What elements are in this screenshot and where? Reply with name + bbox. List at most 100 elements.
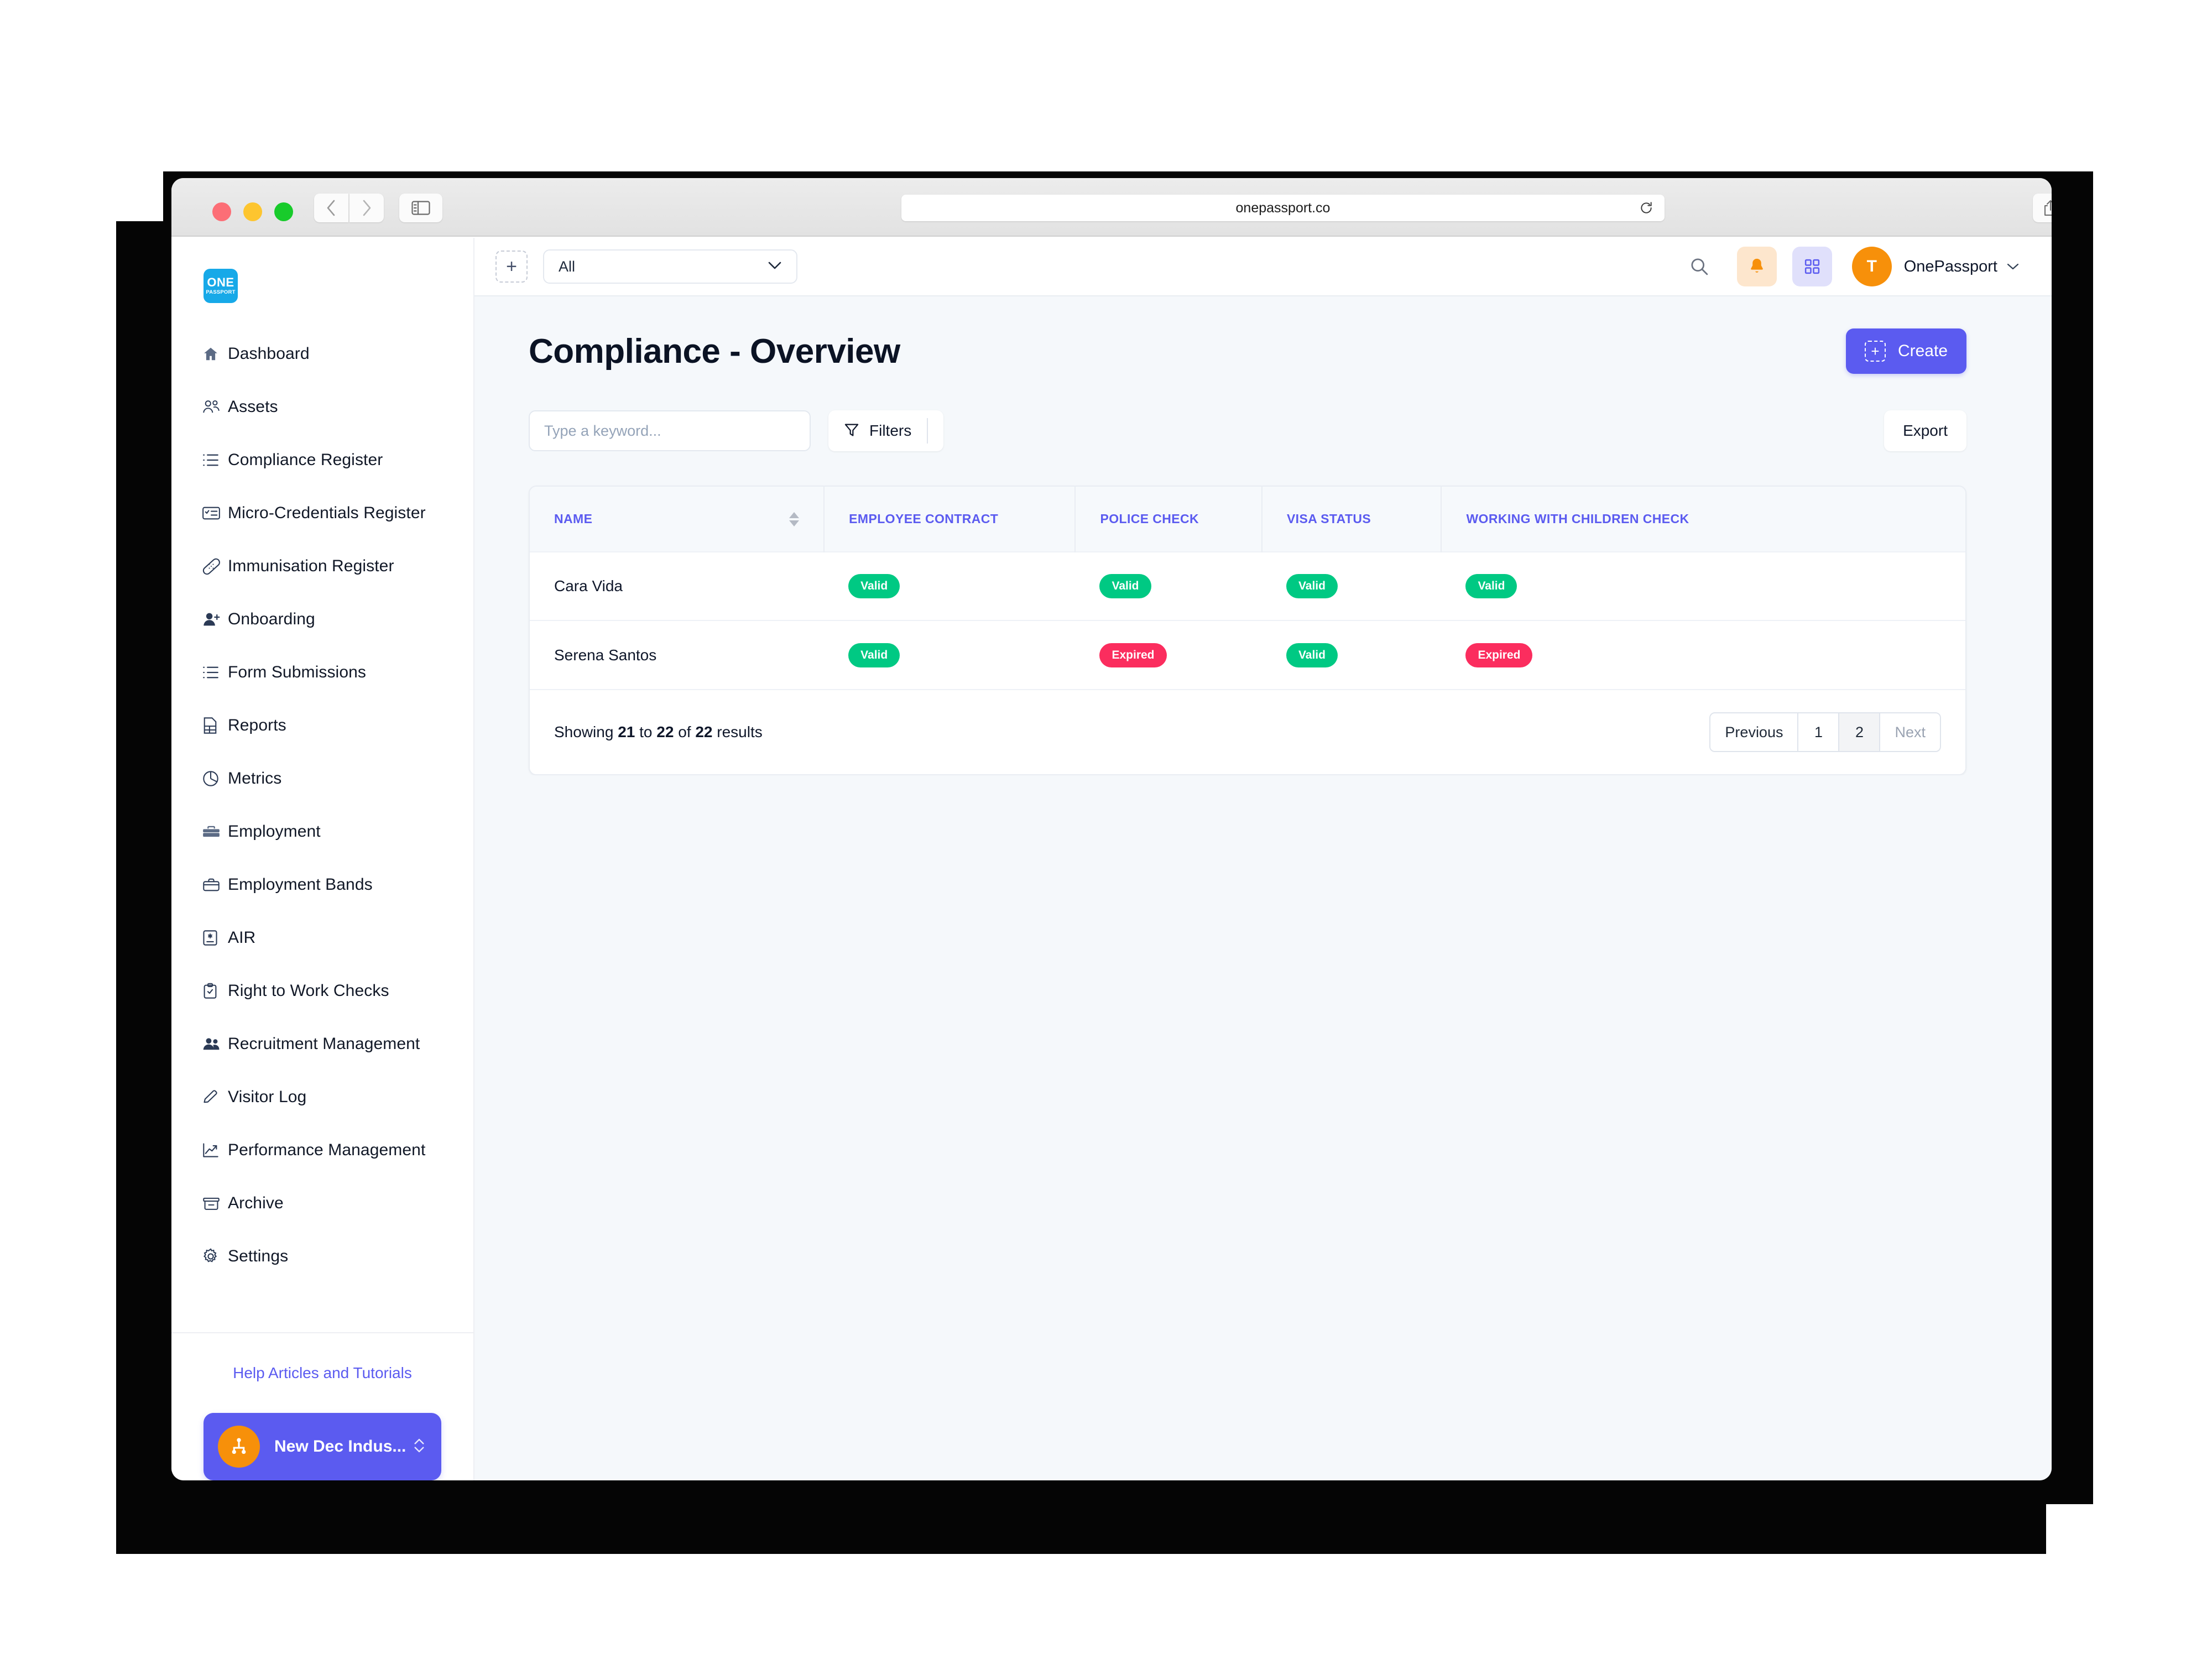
apps-grid-button[interactable]	[1792, 247, 1832, 286]
browser-forward-button[interactable]	[349, 194, 384, 222]
pagination-page-1[interactable]: 1	[1798, 713, 1840, 751]
table-row[interactable]: Cara Vida Valid Valid Valid Valid	[530, 552, 1965, 620]
plus-icon: +	[1864, 341, 1886, 362]
workspace-name: New Dec Indus...	[274, 1437, 406, 1455]
id-card-icon	[202, 930, 228, 946]
app-topbar: + All T OnePassport	[474, 238, 2052, 296]
card-list-icon	[202, 506, 228, 520]
table-toolbar: Filters Export	[529, 410, 1966, 451]
search-icon[interactable]	[1689, 257, 1709, 276]
sidebar-item-visitor-log[interactable]: Visitor Log	[187, 1071, 457, 1124]
org-chart-icon	[218, 1426, 260, 1468]
chevron-right-icon	[363, 200, 371, 216]
filter-funnel-icon	[844, 422, 859, 440]
page-viewport: ONE PASSPORT Dashboard Assets Compliance…	[171, 238, 2052, 1480]
sidebar-item-reports[interactable]: Reports	[187, 699, 457, 752]
status-badge: Valid	[1465, 574, 1517, 598]
sidebar-item-label: Assets	[228, 398, 278, 416]
sidebar-item-assets[interactable]: Assets	[187, 380, 457, 434]
page-header: Compliance - Overview + Create	[529, 328, 1966, 374]
sidebar-item-label: Right to Work Checks	[228, 982, 389, 1000]
trend-up-icon	[202, 1142, 228, 1158]
compliance-table-card: NAME EMPLOYEE CONTRACT POLICE CHECK VISA…	[529, 486, 1966, 775]
pagination-previous[interactable]: Previous	[1710, 713, 1799, 751]
sidebar-item-metrics[interactable]: Metrics	[187, 752, 457, 805]
sidebar-item-performance-management[interactable]: Performance Management	[187, 1124, 457, 1177]
cell-working-with-children-check: Expired	[1441, 620, 1965, 689]
status-badge: Valid	[1099, 574, 1151, 598]
chevron-down-icon	[768, 261, 782, 273]
sidebar-item-right-to-work-checks[interactable]: Right to Work Checks	[187, 964, 457, 1018]
briefcase-outline-icon	[202, 878, 228, 892]
window-maximize-button[interactable]	[274, 202, 293, 221]
sidebar-item-micro-credentials-register[interactable]: Micro-Credentials Register	[187, 487, 457, 540]
column-header-name[interactable]: NAME	[530, 487, 825, 552]
add-view-button[interactable]: +	[495, 251, 528, 283]
pie-chart-icon	[202, 770, 228, 787]
help-articles-link[interactable]: Help Articles and Tutorials	[204, 1364, 441, 1382]
filters-divider	[927, 418, 928, 444]
sidebar-item-label: Metrics	[228, 769, 282, 787]
browser-share-button[interactable]	[2033, 194, 2052, 222]
status-badge: Valid	[1286, 643, 1338, 667]
sidebar-item-compliance-register[interactable]: Compliance Register	[187, 434, 457, 487]
app-sidebar: ONE PASSPORT Dashboard Assets Compliance…	[171, 238, 474, 1480]
sidebar-item-recruitment-management[interactable]: Recruitment Management	[187, 1018, 457, 1071]
sidebar-item-air[interactable]: AIR	[187, 911, 457, 964]
avatar[interactable]: T	[1851, 247, 1892, 286]
pagination-page-2[interactable]: 2	[1839, 713, 1881, 751]
filters-button[interactable]: Filters	[828, 410, 944, 451]
sidebar-item-archive[interactable]: Archive	[187, 1177, 457, 1230]
sidebar-item-onboarding[interactable]: Onboarding	[187, 593, 457, 646]
export-button[interactable]: Export	[1884, 410, 1966, 451]
sidebar-item-form-submissions[interactable]: Form Submissions	[187, 646, 457, 699]
column-header-working-with-children-check[interactable]: WORKING WITH CHILDREN CHECK	[1441, 487, 1965, 552]
browser-back-button[interactable]	[314, 194, 348, 222]
table-body: Cara Vida Valid Valid Valid Valid Serena…	[530, 552, 1965, 689]
reload-icon[interactable]	[1639, 201, 1653, 218]
notifications-button[interactable]	[1736, 247, 1777, 286]
column-header-employee-contract[interactable]: EMPLOYEE CONTRACT	[824, 487, 1076, 552]
search-input[interactable]	[529, 410, 811, 451]
pencil-icon	[202, 1089, 228, 1105]
showing-from: 21	[618, 723, 635, 740]
sidebar-item-immunisation-register[interactable]: Immunisation Register	[187, 540, 457, 593]
sidebar-item-label: Compliance Register	[228, 451, 383, 469]
cell-police-check: Valid	[1075, 552, 1261, 620]
sort-icon[interactable]	[789, 512, 800, 526]
sidebar-item-label: Onboarding	[228, 610, 315, 628]
browser-url-bar[interactable]: onepassport.co	[901, 195, 1665, 221]
sidebar-panel-icon	[411, 201, 430, 215]
sidebar-item-dashboard[interactable]: Dashboard	[187, 327, 457, 380]
window-close-button[interactable]	[212, 202, 231, 221]
showing-mid: to	[635, 723, 657, 740]
sidebar-item-label: Micro-Credentials Register	[228, 504, 426, 522]
column-header-visa-status[interactable]: VISA STATUS	[1261, 487, 1442, 552]
chevron-down-icon[interactable]	[2006, 263, 2020, 270]
table-row[interactable]: Serena Santos Valid Expired Valid Expire…	[530, 620, 1965, 689]
pagination-next[interactable]: Next	[1880, 713, 1940, 751]
main-content: + All T OnePassport Compliance - Overvie…	[474, 238, 2052, 1480]
sidebar-item-label: Visitor Log	[228, 1088, 307, 1106]
table-footer: Showing 21 to 22 of 22 results Previous …	[530, 689, 1965, 774]
window-minimize-button[interactable]	[243, 202, 262, 221]
column-header-police-check[interactable]: POLICE CHECK	[1075, 487, 1262, 552]
sidebar-item-employment-bands[interactable]: Employment Bands	[187, 858, 457, 911]
browser-sidebar-toggle-button[interactable]	[399, 194, 442, 222]
filters-label: Filters	[869, 422, 912, 439]
sidebar-item-label: Performance Management	[228, 1141, 426, 1159]
cell-name: Serena Santos	[554, 646, 657, 664]
cell-employee-contract: Valid	[824, 552, 1075, 620]
archive-box-icon	[202, 1196, 228, 1211]
workspace-switcher[interactable]: New Dec Indus...	[204, 1413, 441, 1480]
view-filter-select[interactable]: All	[543, 249, 797, 284]
sidebar-item-settings[interactable]: Settings	[187, 1230, 457, 1283]
create-button[interactable]: + Create	[1845, 328, 1966, 374]
browser-window: onepassport.co +	[171, 178, 2052, 1480]
sidebar-item-employment[interactable]: Employment	[187, 805, 457, 858]
showing-suffix: results	[712, 723, 763, 740]
cell-police-check: Expired	[1075, 620, 1261, 689]
people-icon	[202, 1037, 228, 1051]
grid-icon	[1804, 259, 1819, 274]
status-badge: Expired	[1099, 643, 1167, 667]
